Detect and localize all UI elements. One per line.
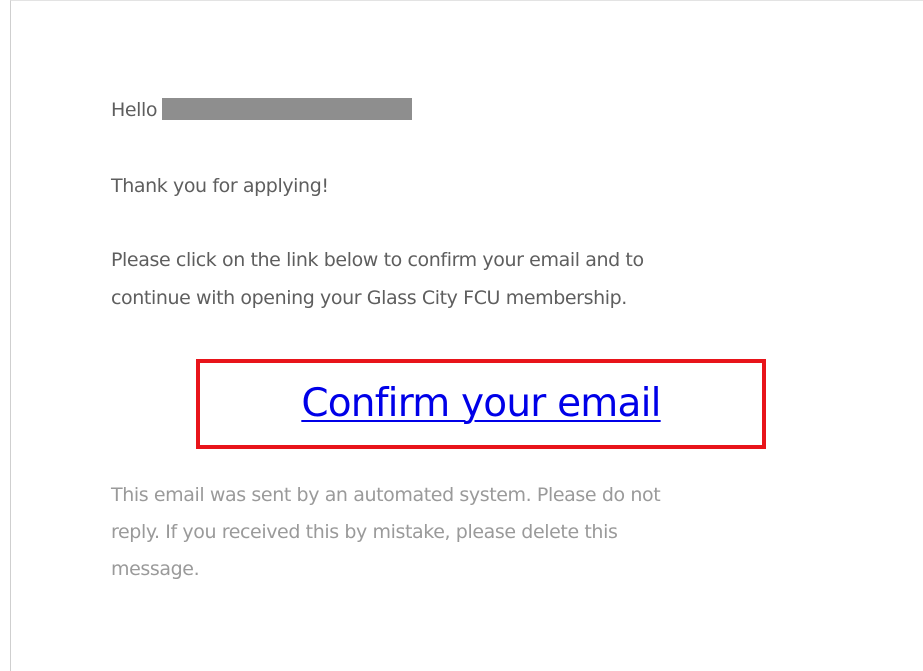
instructions-line-2: continue with opening your Glass City FC… xyxy=(111,287,627,309)
thanks-line: Thank you for applying! xyxy=(111,175,329,197)
footer-line-3: message. xyxy=(111,558,200,580)
instructions-line-1: Please click on the link below to confir… xyxy=(111,249,644,271)
confirm-email-link[interactable]: Confirm your email xyxy=(200,363,762,445)
email-body: Hello Thank you for applying! Please cli… xyxy=(10,0,923,671)
instructions-paragraph: Please click on the link below to confir… xyxy=(111,241,644,317)
footer-line-2: reply. If you received this by mistake, … xyxy=(111,521,618,543)
confirm-link-highlight-box: Confirm your email xyxy=(196,359,766,449)
greeting-line: Hello xyxy=(111,91,413,129)
footer-line-1: This email was sent by an automated syst… xyxy=(111,484,661,506)
automated-footer-note: This email was sent by an automated syst… xyxy=(111,477,661,588)
greeting-text: Hello xyxy=(111,99,158,121)
redacted-recipient-name xyxy=(162,97,413,120)
